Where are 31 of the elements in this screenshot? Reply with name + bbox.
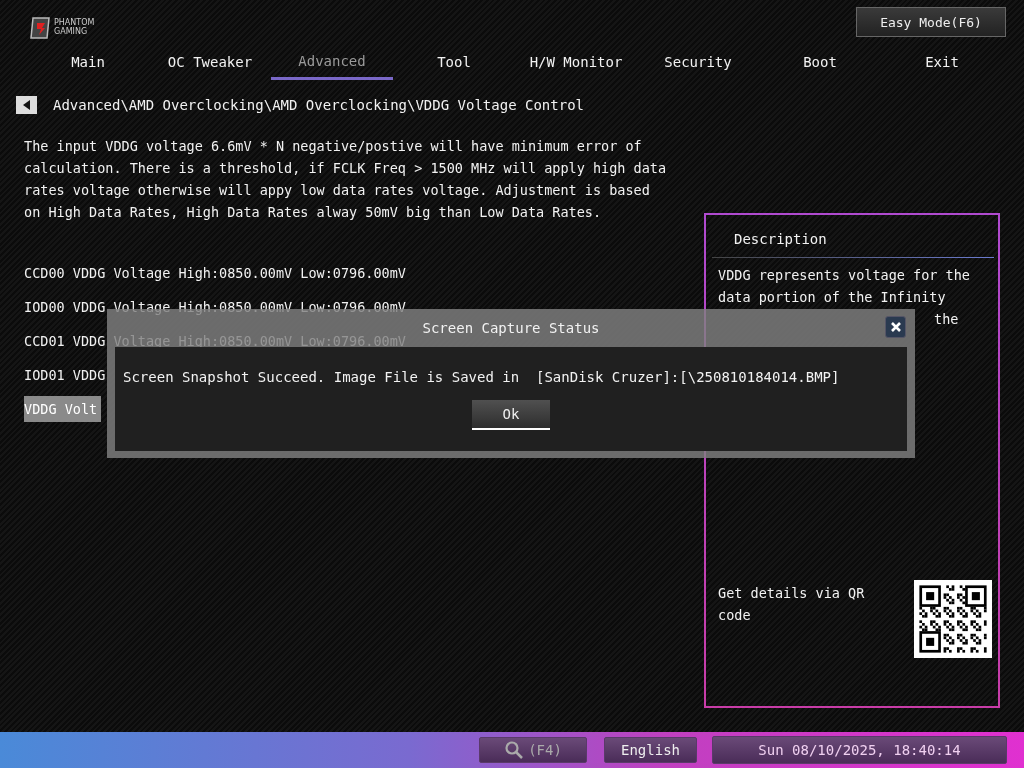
menu-tab[interactable]: OC Tweaker	[149, 44, 271, 80]
search-button[interactable]: (F4)	[479, 737, 587, 763]
logo-icon	[30, 16, 52, 40]
description-text: data portion of the Infinity	[718, 288, 946, 307]
menu-tab[interactable]: Security	[637, 44, 759, 80]
back-button[interactable]	[16, 96, 37, 114]
menu-tab[interactable]: Tool	[393, 44, 515, 80]
menu-tab[interactable]: Main	[27, 44, 149, 80]
easy-mode-button[interactable]: Easy Mode(F6)	[856, 7, 1006, 37]
language-button[interactable]: English	[604, 737, 697, 763]
panel-title: Description	[734, 231, 828, 247]
brand-name: PHANTOM GAMING	[54, 19, 96, 37]
back-arrow-icon	[22, 100, 31, 110]
menu-tab[interactable]: H/W Monitor	[515, 44, 637, 80]
setting-item[interactable]: CCD00 VDDG Voltage High:0850.00mV Low:0796.00mV	[24, 260, 406, 286]
help-text: The input VDDG voltage 6.6mV * N negative/postive will have minimum error of calculation. There is a threshold, if FCLK Freq > 1500 MHz will apply high data rates voltage otherwise will appy low data rates voltage. Adjustment is based on High Data Rates, High Data Rates alway 50mV big than Low Data Rates.	[24, 137, 668, 222]
dialog-title: Screen Capture Status	[422, 320, 600, 336]
breadcrumb: Advanced\AMD Overclocking\AMD Overclocking\VDDG Voltage Control	[53, 97, 584, 113]
menu-tab[interactable]: Boot	[759, 44, 881, 80]
setting-item[interactable]: IOD01 VDDG	[24, 362, 106, 388]
menu-tab[interactable]: Advanced	[271, 44, 393, 80]
close-button[interactable]	[885, 316, 906, 338]
qr-caption: Get details via QR code	[718, 584, 866, 625]
description-text: VDDG represents voltage for the	[718, 266, 970, 285]
search-icon	[504, 740, 525, 760]
date-time: Sun 08/10/2025, 18:40:14	[712, 736, 1007, 764]
dialog-message: Screen Snapshot Succeed. Image File is Saved in [SanDisk Cruzer]:[\250810184014.BMP]	[123, 369, 841, 385]
ok-button[interactable]: Ok	[472, 400, 550, 430]
description-text: the	[934, 310, 959, 329]
menu-tab[interactable]: Exit	[881, 44, 1003, 80]
close-icon	[889, 321, 902, 333]
